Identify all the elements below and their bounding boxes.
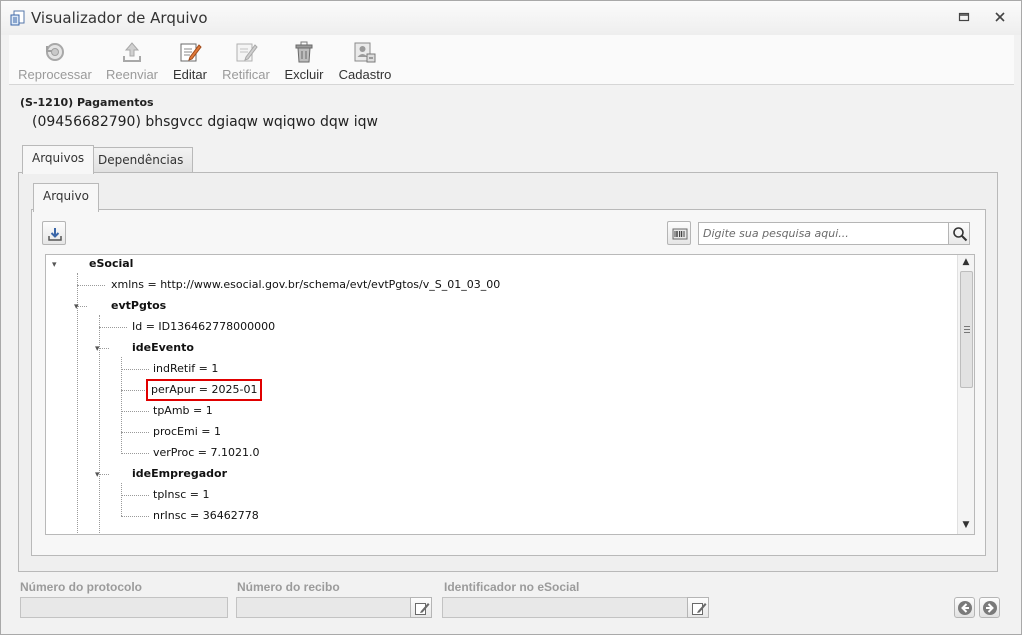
tree-node-tpinsc[interactable]: tpInsc = 1 [153,486,210,504]
edit-pencil-icon [180,43,202,62]
tree-node-tpamb[interactable]: tpAmb = 1 [153,402,213,420]
tree-connector [121,483,122,516]
tree-connector [121,369,149,370]
edit-pencil-icon [236,43,258,62]
tree-connector [121,411,149,412]
protocolo-field[interactable] [20,597,228,618]
download-icon [48,228,62,241]
tab-dependencias[interactable]: Dependências [88,147,194,174]
xml-tree-view[interactable]: ▾ eSocial xmlns = http://www.esocial.gov… [45,254,975,535]
search-button[interactable] [948,222,970,245]
search-input[interactable] [698,222,949,245]
tree-connector [121,390,147,391]
tree-node-nrinsc[interactable]: nrInsc = 36462778 [153,507,259,525]
tree-connector [99,327,127,328]
file-viewer-icon [10,10,25,26]
reprocessar-button[interactable]: Reprocessar [16,37,94,83]
reenviar-label: Reenviar [105,67,159,82]
upload-icon [123,42,141,62]
toolbar: Reprocessar Reenviar Editar Retificar Ex… [9,35,1014,85]
event-title: (S-1210) Pagamentos [20,96,154,109]
barcode-icon [672,228,688,240]
title-bar: Visualizador de Arquivo [1,1,1021,35]
tree-node-perapur[interactable]: perApur = 2025-01 [145,379,263,401]
reprocessar-label: Reprocessar [18,67,92,82]
editar-button[interactable]: Editar [169,37,211,83]
cadastro-label: Cadastro [338,67,392,82]
trash-icon [295,41,313,63]
refresh-gear-icon [46,43,64,61]
arrow-left-icon [958,601,972,615]
grip-icon [964,326,970,333]
tree-connector [121,516,149,517]
excluir-label: Excluir [284,67,324,82]
tree-node-verproc[interactable]: verProc = 7.1021.0 [153,444,260,462]
scroll-thumb[interactable] [960,271,973,388]
user-record-icon [354,42,376,63]
tab-arquivo[interactable]: Arquivo [33,183,99,212]
arrow-right-icon [983,601,997,615]
tab-arquivos[interactable]: Arquivos [22,145,95,174]
close-icon[interactable] [993,10,1007,24]
scroll-up-icon[interactable]: ▲ [961,257,971,267]
retificar-label: Retificar [222,67,270,82]
tree-connector [77,273,78,533]
tree-connector [77,285,105,286]
collapse-caret-icon[interactable]: ▾ [52,260,62,270]
reenviar-button[interactable]: Reenviar [102,37,162,83]
edit-pencil-icon [692,603,707,615]
recibo-label: Número do recibo [237,580,340,594]
next-button[interactable] [979,597,1000,618]
tree-connector [121,432,149,433]
retificar-button[interactable]: Retificar [219,37,273,83]
magnifier-icon [953,227,968,242]
recibo-field[interactable] [236,597,411,618]
tree-node-xmlns[interactable]: xmlns = http://www.esocial.gov.br/schema… [111,276,500,294]
download-button[interactable] [42,221,66,245]
recibo-edit-button[interactable] [410,597,432,618]
file-viewer-window: Visualizador de Arquivo Reprocessar Reen… [0,0,1022,635]
identificador-edit-button[interactable] [687,597,709,618]
tree-node-esocial[interactable]: eSocial [89,255,133,273]
collapse-caret-icon[interactable]: ▾ [95,470,105,480]
identificador-label: Identificador no eSocial [444,580,580,594]
tree-node-procemi[interactable]: procEmi = 1 [153,423,221,441]
maximize-icon[interactable] [957,10,971,24]
identificador-field[interactable] [442,597,688,618]
collapse-caret-icon[interactable]: ▾ [95,344,105,354]
barcode-button[interactable] [667,221,691,245]
edit-pencil-icon [415,603,430,615]
tree-node-ideempregador[interactable]: ideEmpregador [132,465,227,483]
tree-connector [121,495,149,496]
editar-label: Editar [173,67,207,82]
tree-node-evtpgtos[interactable]: evtPgtos [111,297,166,315]
excluir-button[interactable]: Excluir [282,37,326,83]
tree-node-indretif[interactable]: indRetif = 1 [153,360,218,378]
tree-connector [121,357,122,454]
scroll-down-icon[interactable]: ▼ [961,520,971,530]
tree-node-id[interactable]: Id = ID136462778000000 [132,318,275,336]
protocolo-label: Número do protocolo [20,580,142,594]
previous-button[interactable] [954,597,975,618]
cadastro-button[interactable]: Cadastro [336,37,394,83]
window-title: Visualizador de Arquivo [31,9,208,27]
tree-scrollbar[interactable]: ▲ ▼ [957,255,974,534]
tree-connector [121,453,149,454]
event-subtitle: (09456682790) bhsgvcc dgiaqw wqiqwo dqw … [32,114,378,130]
collapse-caret-icon[interactable]: ▾ [74,302,84,312]
tree-node-ideevento[interactable]: ideEvento [132,339,194,357]
